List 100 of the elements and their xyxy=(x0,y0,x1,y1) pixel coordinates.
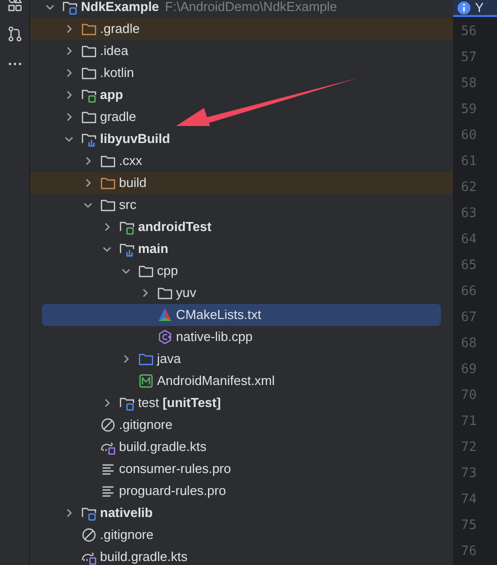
tree-item-label: src xyxy=(119,196,136,214)
tree-row[interactable]: NdkExample F:\AndroidDemo\NdkExample xyxy=(30,0,453,18)
tree-item-label: cpp xyxy=(157,262,178,280)
tree-row[interactable]: build xyxy=(30,172,453,194)
tree-row[interactable]: .kotlin xyxy=(30,62,453,84)
tree-row[interactable]: test [unitTest] xyxy=(30,392,453,414)
tree-row[interactable]: yuv xyxy=(30,282,453,304)
line-number: 59 xyxy=(461,101,478,119)
line-number: 65 xyxy=(461,257,478,275)
tree-item-label: native-lib.cpp xyxy=(176,328,253,346)
tree-row[interactable]: cpp xyxy=(30,260,453,282)
tree-item-label: CMakeLists.txt xyxy=(176,306,262,324)
line-number: 69 xyxy=(461,361,478,379)
folder-icon xyxy=(81,21,97,37)
tree-row[interactable]: main xyxy=(30,238,453,260)
line-number: 74 xyxy=(461,491,478,509)
folder-icon xyxy=(100,153,116,169)
module-folder-icon xyxy=(81,87,97,103)
tree-row[interactable]: androidTest xyxy=(30,216,453,238)
folder-icon xyxy=(100,175,116,191)
folder-icon xyxy=(100,197,116,213)
tree-row[interactable]: .gitignore xyxy=(30,524,453,546)
line-number: 61 xyxy=(461,153,478,171)
line-number: 56 xyxy=(461,23,478,41)
tree-item-label: build.gradle.kts xyxy=(100,548,188,565)
tree-row[interactable]: nativelib xyxy=(30,502,453,524)
ignore-file-icon xyxy=(100,417,116,433)
tree-item-label: build xyxy=(119,174,146,192)
pull-request-icon[interactable] xyxy=(6,26,22,42)
editor-tab[interactable]: Y xyxy=(453,0,497,17)
tree-item-label: main xyxy=(138,240,168,258)
tree-item-label: nativelib xyxy=(100,504,153,522)
tree-row[interactable]: consumer-rules.pro xyxy=(30,458,453,480)
ignore-file-icon xyxy=(81,527,97,543)
tree-row[interactable]: .gradle xyxy=(30,18,453,40)
tree-item-label: build.gradle.kts xyxy=(119,438,206,456)
folder-icon xyxy=(81,65,97,81)
tree-item-label: .idea xyxy=(100,42,128,60)
tree-item-label: libyuvBuild xyxy=(100,130,170,148)
line-number: 66 xyxy=(461,283,478,301)
manifest-file-icon xyxy=(138,373,154,389)
tree-item-label: .gitignore xyxy=(100,526,154,544)
folder-icon xyxy=(138,351,154,367)
line-number: 73 xyxy=(461,465,478,483)
tree-row[interactable]: build.gradle.kts xyxy=(30,546,453,565)
line-number: 72 xyxy=(461,439,478,457)
folder-icon xyxy=(81,109,97,125)
folder-icon xyxy=(81,43,97,59)
tree-row[interactable]: build.gradle.kts xyxy=(30,436,453,458)
cmake-icon xyxy=(157,307,173,323)
line-number: 57 xyxy=(461,49,478,67)
line-number: 76 xyxy=(461,543,478,561)
line-number: 62 xyxy=(461,179,478,197)
module-folder-icon xyxy=(119,241,135,257)
line-number: 75 xyxy=(461,517,478,535)
tree-row[interactable]: .gitignore xyxy=(30,414,453,436)
tree-item-label: yuv xyxy=(176,284,196,302)
line-number: 67 xyxy=(461,309,478,327)
tree-row[interactable]: proguard-rules.pro xyxy=(30,480,453,502)
tree-item-label: proguard-rules.pro xyxy=(119,482,226,500)
cpp-file-icon xyxy=(157,329,173,345)
folder-icon xyxy=(157,285,173,301)
tree-item-label: androidTest xyxy=(138,218,212,236)
project-path: F:\AndroidDemo\NdkExample xyxy=(165,0,338,16)
tree-row[interactable]: app xyxy=(30,84,453,106)
structure-icon[interactable] xyxy=(6,0,22,12)
tree-item-label: NdkExample xyxy=(81,0,160,16)
tree-item-label: app xyxy=(100,86,124,104)
tree-row[interactable]: libyuvBuild xyxy=(30,128,453,150)
line-number: 58 xyxy=(461,75,478,93)
tree-item-label: .cxx xyxy=(119,152,142,170)
tree-item-label: .kotlin xyxy=(100,64,134,82)
line-number: 70 xyxy=(461,387,478,405)
tree-row[interactable]: AndroidManifest.xml xyxy=(30,370,453,392)
line-number: 71 xyxy=(461,413,478,431)
module-folder-icon xyxy=(62,0,78,15)
line-number: 68 xyxy=(461,335,478,353)
tree-item-label: AndroidManifest.xml xyxy=(157,372,275,390)
tree-item-label: java xyxy=(157,350,181,368)
tree-row[interactable]: CMakeLists.txt xyxy=(42,304,441,326)
line-number: 64 xyxy=(461,231,478,249)
tree-item-label: .gradle xyxy=(100,20,140,38)
module-folder-icon xyxy=(119,395,135,411)
tree-row[interactable]: gradle xyxy=(30,106,453,128)
tree-item-label: consumer-rules.pro xyxy=(119,460,231,478)
tree-row[interactable]: java xyxy=(30,348,453,370)
tree-row[interactable]: native-lib.cpp xyxy=(30,326,453,348)
tree-item-label: .gitignore xyxy=(119,416,172,434)
line-number: 60 xyxy=(461,127,478,145)
tree-row[interactable]: src xyxy=(30,194,453,216)
tree-item-label: test [unitTest] xyxy=(138,394,221,412)
tab-label: Y xyxy=(475,0,484,15)
tree-row[interactable]: .cxx xyxy=(30,150,453,172)
module-folder-icon xyxy=(81,505,97,521)
info-icon xyxy=(457,0,471,14)
tree-item-label: gradle xyxy=(100,108,136,126)
line-number: 63 xyxy=(461,205,478,223)
module-folder-icon xyxy=(119,219,135,235)
tree-row[interactable]: .idea xyxy=(30,40,453,62)
folder-icon xyxy=(138,263,154,279)
